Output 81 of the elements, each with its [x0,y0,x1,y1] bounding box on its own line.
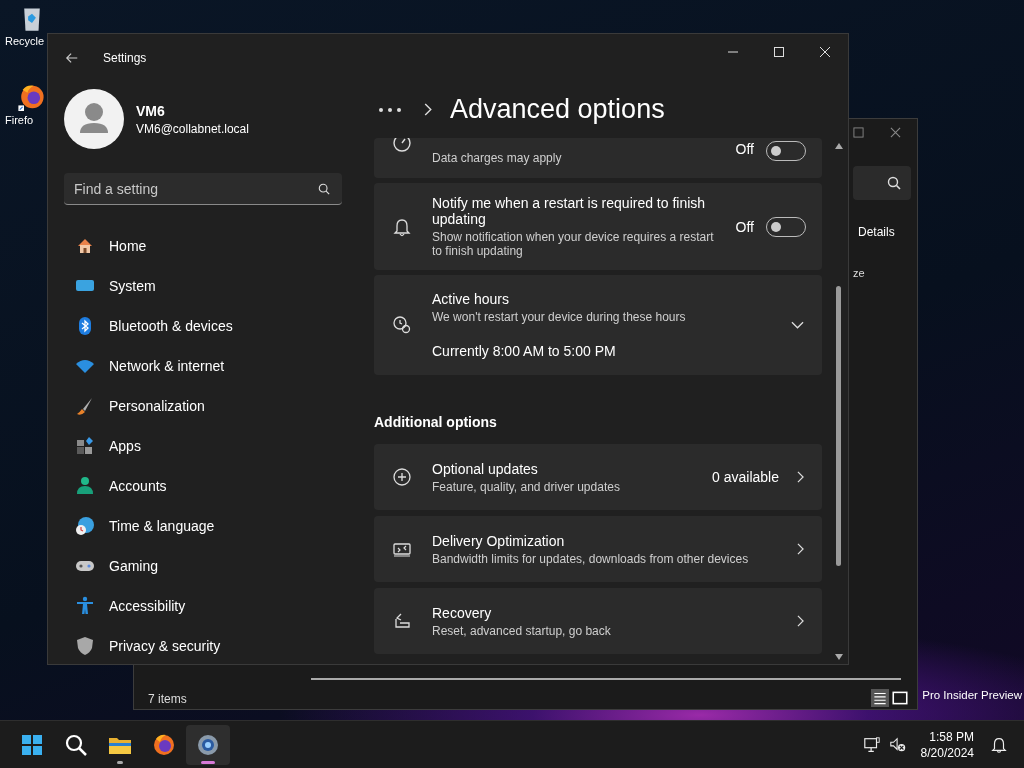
app-icon [64,732,88,757]
avatar-icon[interactable] [64,89,124,149]
close-icon[interactable] [890,127,901,138]
chevron-right-icon [797,471,804,483]
setting-icon [392,467,412,487]
nav-item[interactable]: Accounts [64,466,360,506]
nav-icon [75,596,95,616]
setting-icon [392,216,412,237]
chevron-right-icon [797,615,804,627]
setting-icon [392,611,412,631]
chevron-right-icon [797,543,804,555]
settings-link[interactable]: Recovery Reset, advanced startup, go back [374,588,822,654]
toggle-state: Off [735,141,754,157]
nav-item[interactable]: Apps [64,426,360,466]
status-text: 7 items [148,692,187,706]
nav-item[interactable]: Personalization [64,386,360,426]
chevron-down-icon[interactable] [791,321,804,329]
setting-value: 0 available [712,469,779,485]
setting-title: Optional updates [432,460,539,477]
toggle-state: Off [735,218,754,235]
column-header[interactable]: ze [853,267,865,279]
setting-description: Data charges may apply [432,151,563,165]
details-button[interactable]: Details [854,223,899,241]
maximize-icon[interactable] [853,127,864,138]
app-icon [196,732,220,757]
nav-icon [75,516,95,536]
tiles-view-icon[interactable] [891,689,909,707]
setting-description: Show notification when your device requires a restart to finish updating [432,230,715,258]
nav-item[interactable]: Privacy & security [64,626,360,666]
settings-link[interactable]: Delivery Optimization Bandwidth limits for updates, downloads from other devices [374,516,822,582]
nav-item[interactable]: System [64,266,360,306]
setting-icon [392,138,412,153]
app-icon [152,732,176,757]
search-icon [318,183,330,195]
close-icon [820,46,830,57]
scroll-up-icon[interactable] [835,143,843,149]
volume-muted-icon[interactable] [888,735,907,754]
page-title: Advanced options [450,94,665,125]
search-field[interactable] [853,166,911,200]
section-heading: Additional options [374,414,498,430]
scrollbar[interactable] [311,678,901,680]
setting-value: Currently 8:00 AM to 5:00 PM [432,343,617,359]
user-email: VM6@collabnet.local [136,121,249,136]
nav-item[interactable]: Home [64,226,360,266]
back-arrow-icon [65,50,79,65]
setting-title: Recovery [432,604,493,621]
clock[interactable]: 1:58 PM 8/20/2024 [920,729,974,760]
search-icon [887,176,901,190]
nav-item[interactable]: Time & language [64,506,360,546]
taskbar-app-button[interactable] [186,724,230,765]
network-icon[interactable] [862,735,881,754]
nav-item[interactable]: Gaming [64,546,360,586]
nav-icon [75,636,95,656]
more-icon[interactable] [378,106,402,113]
nav-icon [75,476,95,496]
nav-item[interactable]: Bluetooth & devices [64,306,360,346]
setting-description: We won't restart your device during these hours [432,310,687,324]
setting-title: Delivery Optimization [432,532,566,549]
nav-item[interactable]: Network & internet [64,346,360,386]
window-title: Settings [103,50,147,65]
chevron-right-icon [424,103,432,116]
notification-bell-icon[interactable] [990,735,1008,754]
setting-description: Reset, advanced startup, go back [432,623,612,638]
search-field[interactable]: Find a setting [64,173,342,205]
setting-title: Notify me when a restart is required to finish updating [432,195,707,227]
settings-link[interactable]: Optional updates Feature, quality, and driver updates 0 available [374,444,822,510]
nav-item[interactable]: Accessibility [64,586,360,626]
watermark-text: Pro Insider Preview [922,689,1022,701]
setting-description: Feature, quality, and driver updates [432,479,621,494]
desktop-icon-label: Firefo [5,114,34,126]
nav-icon [75,436,95,456]
desktop-icon-label: Recycle [5,35,45,47]
app-icon [20,732,44,757]
firefox-icon[interactable] [17,83,45,111]
list-view-icon[interactable] [871,689,889,707]
setting-icon [392,315,412,335]
setting-description: Bandwidth limits for updates, downloads from other devices [432,551,750,566]
user-name: VM6 [136,102,166,119]
maximize-icon [774,46,784,57]
setting-title: Active hours [432,291,511,307]
scroll-down-icon[interactable] [835,654,843,660]
